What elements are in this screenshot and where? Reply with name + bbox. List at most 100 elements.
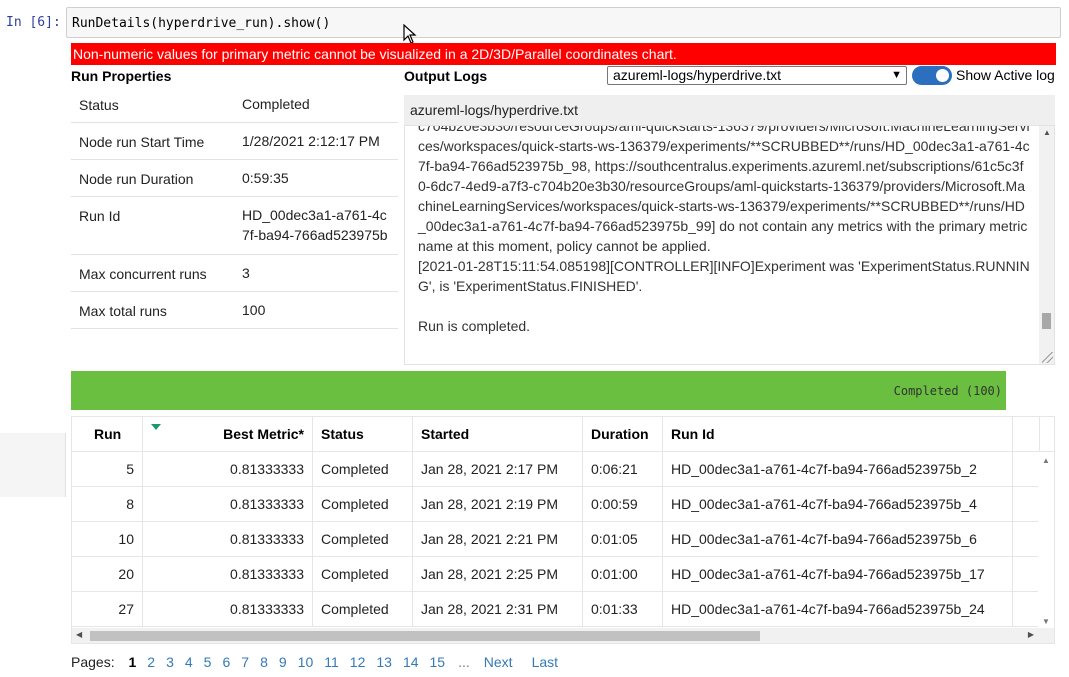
run-property-value: 3 <box>242 265 250 281</box>
runs-grid-header: Run Best Metric* Status Started Duration Run … <box>72 417 1054 452</box>
run-property-key: Max total runs <box>79 303 167 319</box>
run-property-value: HD_00dec3a1-a761-4c7f-ba94-766ad523975b <box>242 207 388 243</box>
last-page-link[interactable]: Last <box>532 654 558 670</box>
grid-vertical-scrollbar[interactable]: ▲ ▼ <box>1038 452 1054 628</box>
table-row[interactable]: 5 0.81333333 Completed Jan 28, 2021 2:17 PM… <box>72 452 1040 487</box>
log-header: azureml-logs/hyperdrive.txt <box>404 95 1055 125</box>
table-cell-duration: 0:00:59 <box>583 487 663 522</box>
table-cell-started: Jan 28, 2021 2:31 PM <box>413 592 583 627</box>
run-property-row: Status Completed <box>71 86 398 123</box>
table-cell-started: Jan 28, 2021 2:19 PM <box>413 487 583 522</box>
gutter-panel <box>0 433 66 497</box>
run-property-key: Node run Start Time <box>79 134 205 150</box>
table-cell-duration: 0:01:05 <box>583 522 663 557</box>
table-cell-started: Jan 28, 2021 2:17 PM <box>413 452 583 487</box>
log-viewer[interactable]: c704b20e3b30/resourceGroups/aml-quicksta… <box>404 125 1055 365</box>
mouse-pointer-icon <box>403 24 417 44</box>
run-property-row: Max concurrent runs 3 <box>71 255 398 292</box>
column-header-status[interactable]: Status <box>313 417 413 452</box>
log-line <box>418 296 1030 316</box>
log-line: c704b20e3b30/resourceGroups/aml-quicksta… <box>418 125 1030 254</box>
runs-grid: Run Best Metric* Status Started Duration Run … <box>71 416 1055 644</box>
page-link-15[interactable]: 15 <box>430 654 446 670</box>
grid-horizontal-scrollbar[interactable]: ◀ ▶ <box>72 628 1054 643</box>
run-property-value: 0:59:35 <box>242 170 289 186</box>
page-link-10[interactable]: 10 <box>298 654 314 670</box>
code-text[interactable]: RunDetails(hyperdrive_run).show() <box>72 16 330 31</box>
log-scrollbar[interactable]: ▲ <box>1039 126 1054 364</box>
page-link-14[interactable]: 14 <box>403 654 419 670</box>
log-line: Run is completed. <box>418 318 531 334</box>
pagination: Pages: 1 2 3 4 5 6 7 8 9 10 11 12 13 14 15... Next Last <box>71 654 577 670</box>
page-link-8[interactable]: 8 <box>260 654 268 670</box>
table-cell-run: 20 <box>72 557 143 592</box>
table-cell-best-metric: 0.81333333 <box>143 557 313 592</box>
scroll-up-icon[interactable]: ▲ <box>1042 456 1050 465</box>
table-cell-run-id: HD_00dec3a1-a761-4c7f-ba94-766ad523975b_… <box>663 557 1013 592</box>
run-property-key: Node run Duration <box>79 171 194 187</box>
page-link-1[interactable]: 1 <box>128 654 136 670</box>
column-header-run[interactable]: Run <box>72 417 143 452</box>
chevron-down-icon: ▼ <box>891 69 902 81</box>
code-cell[interactable]: RunDetails(hyperdrive_run).show() <box>66 7 1061 38</box>
table-row[interactable]: 8 0.81333333 Completed Jan 28, 2021 2:19 PM… <box>72 487 1040 522</box>
scroll-left-icon[interactable]: ◀ <box>76 630 82 639</box>
table-cell-status: Completed <box>313 557 413 592</box>
pagination-label: Pages: <box>71 654 115 670</box>
page-link-4[interactable]: 4 <box>185 654 193 670</box>
output-logs-title: Output Logs <box>404 68 488 84</box>
table-cell-run: 8 <box>72 487 143 522</box>
table-cell-duration: 0:01:00 <box>583 557 663 592</box>
log-file-select[interactable]: azureml-logs/hyperdrive.txt ▼ <box>607 66 907 85</box>
run-property-row: Run Id HD_00dec3a1-a761-4c7f-ba94-766ad52… <box>71 197 398 255</box>
run-properties-title: Run Properties <box>71 68 172 84</box>
next-page-link[interactable]: Next <box>484 654 513 670</box>
run-property-value: 100 <box>242 302 266 318</box>
run-property-value: 1/28/2021 2:12:17 PM <box>242 133 380 149</box>
scroll-down-icon[interactable]: ▼ <box>1042 617 1050 626</box>
table-cell-run: 27 <box>72 592 143 627</box>
column-header-run-id[interactable]: Run Id <box>663 417 1013 452</box>
run-property-row: Node run Start Time 1/28/2021 2:12:17 PM <box>71 123 398 160</box>
log-scroll-thumb[interactable] <box>1042 313 1051 329</box>
table-cell-run-id: HD_00dec3a1-a761-4c7f-ba94-766ad523975b_… <box>663 592 1013 627</box>
grid-scroll-thumb[interactable] <box>90 631 760 641</box>
run-property-key: Status <box>79 97 119 113</box>
column-header-started[interactable]: Started <box>413 417 583 452</box>
table-cell-status: Completed <box>313 487 413 522</box>
resize-grip-icon[interactable] <box>1042 352 1053 363</box>
table-row[interactable]: 27 0.81333333 Completed Jan 28, 2021 2:31 P… <box>72 592 1040 627</box>
table-cell-duration: 0:06:21 <box>583 452 663 487</box>
page-link-2[interactable]: 2 <box>147 654 155 670</box>
log-line: [2021-01-28T15:11:54.085198][CONTROLLER]… <box>418 258 1030 294</box>
table-cell-best-metric: 0.81333333 <box>143 522 313 557</box>
page-link-13[interactable]: 13 <box>376 654 392 670</box>
page-link-3[interactable]: 3 <box>166 654 174 670</box>
column-header-spacer <box>1013 417 1040 452</box>
table-row[interactable]: 20 0.81333333 Completed Jan 28, 2021 2:25 P… <box>72 557 1040 592</box>
run-properties-table: Status Completed Node run Start Time 1/28/2… <box>71 86 398 329</box>
page-link-7[interactable]: 7 <box>241 654 249 670</box>
table-cell-status: Completed <box>313 522 413 557</box>
scroll-up-icon[interactable]: ▲ <box>1043 128 1051 137</box>
show-active-log-toggle[interactable] <box>912 66 952 85</box>
page-link-12[interactable]: 12 <box>350 654 366 670</box>
column-header-duration[interactable]: Duration <box>583 417 663 452</box>
progress-label: Completed (100) <box>893 384 1002 398</box>
run-property-row: Node run Duration 0:59:35 <box>71 160 398 197</box>
table-cell-run-id: HD_00dec3a1-a761-4c7f-ba94-766ad523975b_… <box>663 487 1013 522</box>
error-banner: Non-numeric values for primary metric ca… <box>71 43 1056 65</box>
page-link-6[interactable]: 6 <box>222 654 230 670</box>
table-cell-run-id: HD_00dec3a1-a761-4c7f-ba94-766ad523975b_… <box>663 522 1013 557</box>
table-cell-status: Completed <box>313 592 413 627</box>
table-cell-duration: 0:01:33 <box>583 592 663 627</box>
toggle-knob <box>936 69 949 82</box>
table-row[interactable]: 10 0.81333333 Completed Jan 28, 2021 2:21 P… <box>72 522 1040 557</box>
page-link-9[interactable]: 9 <box>279 654 287 670</box>
show-active-log-label: Show Active log <box>956 67 1055 83</box>
scroll-right-icon[interactable]: ▶ <box>1028 630 1034 639</box>
log-text: c704b20e3b30/resourceGroups/aml-quicksta… <box>418 125 1030 336</box>
column-header-best-metric[interactable]: Best Metric* <box>143 417 313 452</box>
page-link-5[interactable]: 5 <box>204 654 212 670</box>
page-link-11[interactable]: 11 <box>324 654 339 670</box>
